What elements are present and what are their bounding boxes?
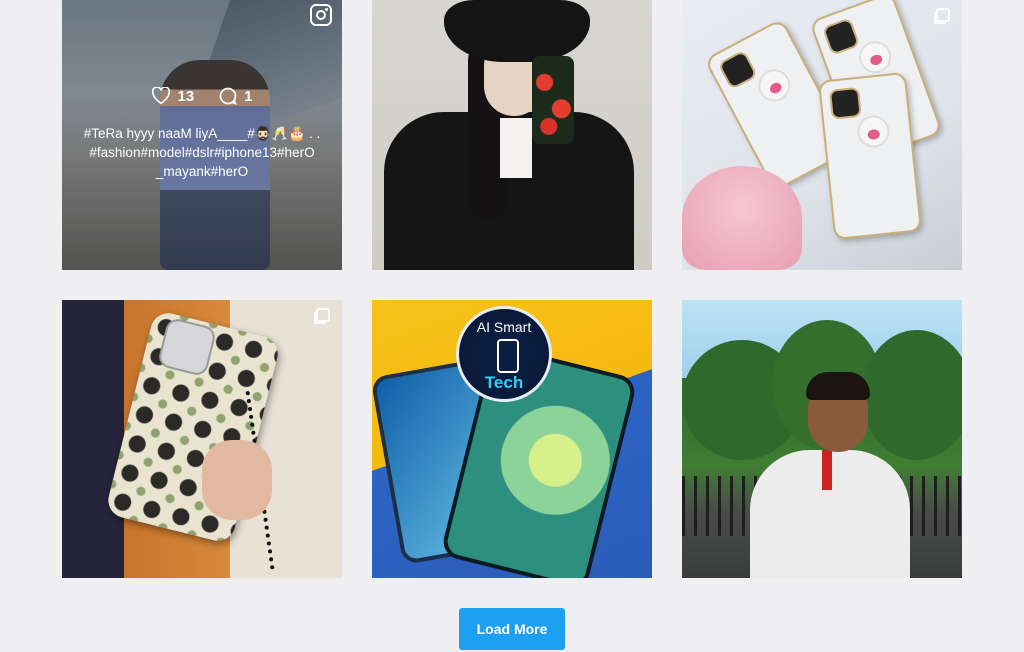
post-caption: #TeRa hyyy naaM liyA____#🧔🏻‍♂️🥂🎂 . . #fa… xyxy=(72,124,332,181)
feed-post-4[interactable] xyxy=(62,300,342,578)
instagram-icon xyxy=(310,4,332,26)
post-image xyxy=(372,0,652,270)
feed-post-2[interactable] xyxy=(372,0,652,270)
multi-image-icon xyxy=(936,8,950,22)
post-image: AI Smart Tech xyxy=(372,300,652,578)
feed-post-3[interactable] xyxy=(682,0,962,270)
feed-post-6[interactable] xyxy=(682,300,962,578)
post-image xyxy=(682,0,962,270)
comment-count: 1 xyxy=(244,87,253,105)
post-hover-overlay: 13 1 #TeRa hyyy naaM liyA____#🧔🏻‍♂️🥂🎂 . … xyxy=(62,0,342,270)
heart-icon xyxy=(152,87,171,105)
multi-image-icon xyxy=(316,308,330,322)
post-image xyxy=(682,300,962,578)
feed-post-1[interactable]: 13 1 #TeRa hyyy naaM liyA____#🧔🏻‍♂️🥂🎂 . … xyxy=(62,0,342,270)
logo-text-top: AI Smart xyxy=(476,319,532,335)
caption-line: #fashion#model#dslr#iphone13#herO xyxy=(89,145,315,160)
comment-icon xyxy=(219,87,238,105)
load-more-button[interactable]: Load More xyxy=(459,608,565,650)
like-count: 13 xyxy=(177,87,195,105)
post-image xyxy=(62,300,342,578)
post-stats: 13 1 xyxy=(62,86,342,106)
phone-icon xyxy=(497,339,519,373)
caption-line: _mayank#herO xyxy=(155,164,249,179)
caption-line: #TeRa hyyy naaM liyA____#🧔🏻‍♂️🥂🎂 . . xyxy=(83,126,321,141)
brand-logo: AI Smart Tech xyxy=(456,306,552,402)
feed-post-5[interactable]: AI Smart Tech xyxy=(372,300,652,578)
instagram-feed-grid: 13 1 #TeRa hyyy naaM liyA____#🧔🏻‍♂️🥂🎂 . … xyxy=(62,0,962,578)
logo-text-bottom: Tech xyxy=(484,373,524,392)
